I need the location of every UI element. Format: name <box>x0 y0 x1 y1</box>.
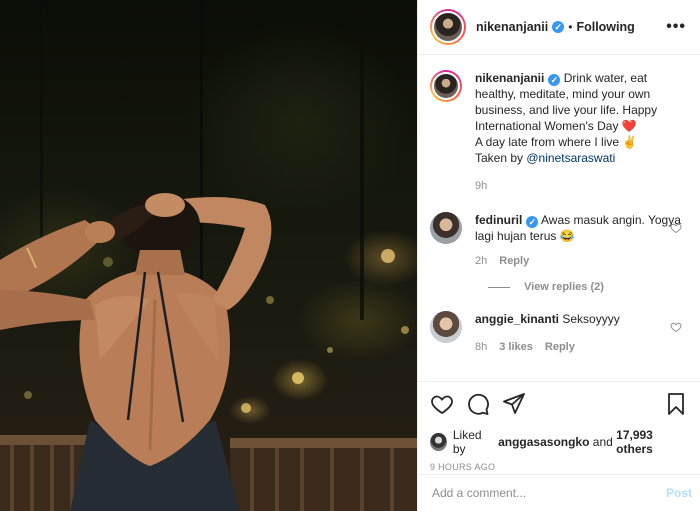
post-header: nikenanjanii ✓ • Following ••• <box>418 0 700 55</box>
comment-likes[interactable]: 3 likes <box>499 339 533 355</box>
caption-username[interactable]: nikenanjanii <box>475 71 544 85</box>
verified-icon: ✓ <box>552 21 565 33</box>
caption-line-2: A day late from where I live <box>475 135 620 149</box>
caption-meta: 9h <box>475 178 688 194</box>
comment-time[interactable]: 2h <box>475 253 487 269</box>
verified-icon: ✓ <box>526 216 539 228</box>
reply-button[interactable]: Reply <box>545 339 575 355</box>
comment-username[interactable]: anggie_kinanti <box>475 312 559 326</box>
liked-by: Liked by anggasasongko and 17,993 others <box>430 428 688 456</box>
liked-by-prefix: Liked by <box>452 428 482 456</box>
commenter-avatar[interactable] <box>430 311 462 343</box>
like-comment-heart-icon[interactable] <box>670 222 682 234</box>
post-timestamp[interactable]: 9 HOURS AGO <box>430 462 688 472</box>
view-replies-button[interactable]: View replies (2) <box>488 281 688 293</box>
separator-dot: • <box>568 20 573 34</box>
like-comment-heart-icon[interactable] <box>670 321 682 333</box>
add-comment-bar: Post <box>418 474 700 511</box>
bookmark-icon[interactable] <box>664 392 688 416</box>
post-comment-button[interactable]: Post <box>666 486 692 500</box>
caption-taken-by: Taken by <box>475 151 524 165</box>
share-icon[interactable] <box>502 392 526 416</box>
caption-avatar[interactable] <box>430 70 462 102</box>
post-side-panel: nikenanjanii ✓ • Following ••• nikenanja… <box>417 0 700 511</box>
view-replies-line <box>488 286 510 288</box>
post-photo[interactable] <box>0 0 417 511</box>
laughing-emoji: 😂 <box>559 229 575 243</box>
post-actions: Liked by anggasasongko and 17,993 others… <box>418 381 700 472</box>
caption-mention-link[interactable]: @ninetsaraswati <box>526 151 615 165</box>
add-comment-input[interactable] <box>432 486 666 500</box>
action-icons <box>430 392 688 416</box>
comment-username[interactable]: fedinuril <box>475 213 522 227</box>
liker-avatar[interactable] <box>430 433 447 451</box>
comment-meta: 8h 3 likes Reply <box>475 339 688 355</box>
author-avatar[interactable] <box>430 9 466 45</box>
photo-illustration <box>0 0 417 511</box>
more-options-icon[interactable]: ••• <box>666 18 686 36</box>
comment-body: Seksoyyyy <box>562 312 620 326</box>
reply-button[interactable]: Reply <box>499 253 529 269</box>
commenter-avatar[interactable] <box>430 212 462 244</box>
following-button[interactable]: Following <box>576 20 634 34</box>
liked-by-and: and <box>592 435 613 449</box>
liked-by-user[interactable]: anggasasongko <box>498 435 589 449</box>
heart-icon[interactable] <box>430 392 454 416</box>
caption-time[interactable]: 9h <box>475 178 487 194</box>
comment-time[interactable]: 8h <box>475 339 487 355</box>
verified-icon: ✓ <box>548 74 561 86</box>
comments-list[interactable]: nikenanjanii ✓ Drink water, eat healthy, … <box>418 56 700 381</box>
comment-row: anggie_kinanti Seksoyyyy 8h 3 likes Repl… <box>430 311 688 355</box>
comment-text: fedinuril ✓ Awas masuk angin. Yogya lagi … <box>475 212 688 244</box>
caption-text: nikenanjanii ✓ Drink water, eat healthy, … <box>475 70 688 166</box>
view-replies-label: View replies (2) <box>524 281 604 293</box>
victory-hand-emoji: ✌ <box>622 135 638 149</box>
comment-row: fedinuril ✓ Awas masuk angin. Yogya lagi … <box>430 212 688 269</box>
liked-by-others[interactable]: 17,993 others <box>616 428 688 456</box>
comment-meta: 2h Reply <box>475 253 688 269</box>
comment-text: anggie_kinanti Seksoyyyy <box>475 311 688 327</box>
author-username[interactable]: nikenanjanii <box>476 20 548 34</box>
caption-row: nikenanjanii ✓ Drink water, eat healthy, … <box>430 70 688 194</box>
red-heart-emoji: ❤️ <box>621 119 637 133</box>
comment-icon[interactable] <box>466 392 490 416</box>
